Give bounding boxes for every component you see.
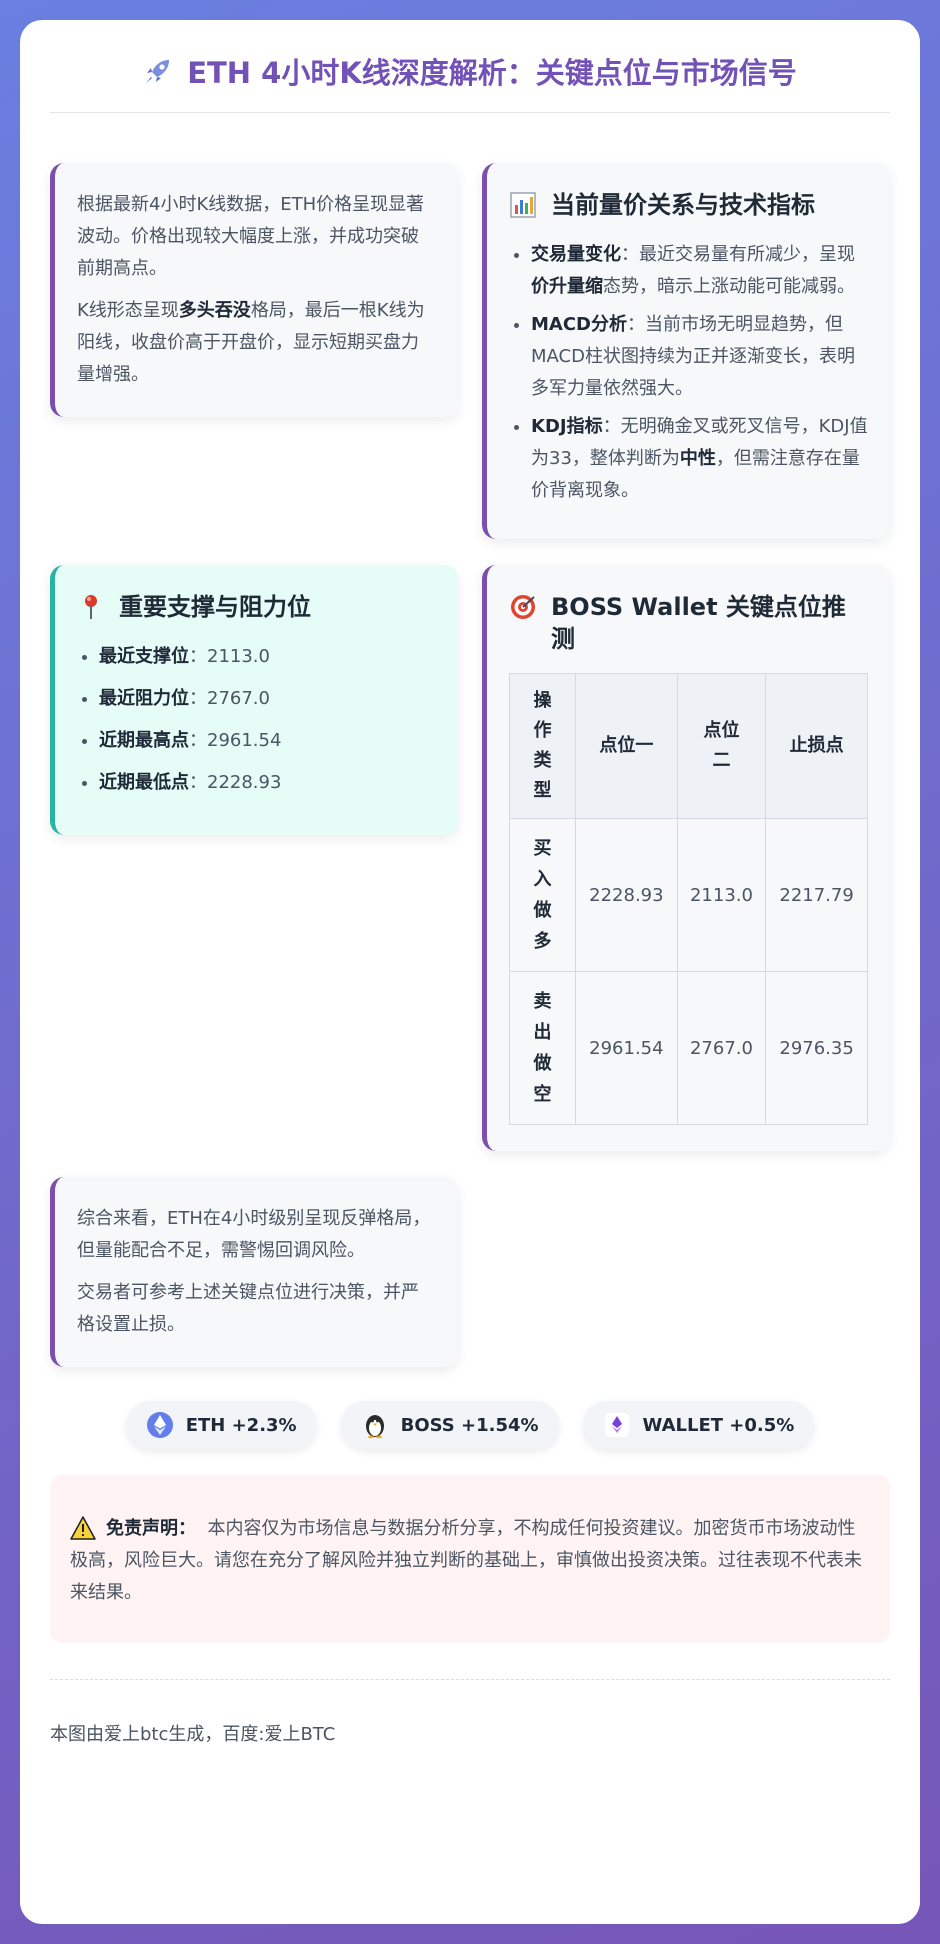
intro-paragraph-2: K线形态呈现多头吞没格局，最后一根K线为阳线，收盘价高于开盘价，显示短期买盘力量… [77, 300, 425, 385]
table-cell: 2113.0 [676, 818, 767, 972]
summary-card: 综合来看，ETH在4小时级别呈现反弹格局，但量能配合不足，需警惕回调风险。 交易… [50, 1177, 458, 1367]
indicators-heading: 当前量价关系与技术指标 [509, 189, 868, 221]
footer: 本图由爱上btc生成，百度:爱上BTC [50, 1679, 890, 1746]
page-title: ETH 4小时K线深度解析：关键点位与市场信号 [50, 50, 890, 113]
disclaimer-label: 免责声明： [106, 1518, 196, 1539]
intro-paragraph-1: 根据最新4小时K线数据，ETH价格呈现显著波动。价格出现较大幅度上涨，并成功突破… [77, 194, 425, 279]
ticker-tag-eth: ETH +2.3% [125, 1401, 317, 1449]
indicators-list: 交易量变化：最近交易量有所减少，呈现价升量缩态势，暗示上涨动能可能减弱。 MAC… [509, 239, 868, 507]
table-row: 卖出做空 2961.54 2767.0 2976.35 [509, 971, 868, 1125]
list-item: 最近阻力位：2767.0 [99, 683, 436, 715]
boss-wallet-card: BOSS Wallet 关键点位推测 操作类型 点位一 点位二 止损点 买入做多… [482, 565, 890, 1151]
table-cell: 2217.79 [765, 818, 868, 972]
pin-icon [85, 595, 97, 619]
ticker-tag-wallet: WALLET +0.5% [582, 1401, 815, 1449]
summary-paragraph-2: 交易者可参考上述关键点位进行决策，并严格设置止损。 [77, 1282, 419, 1335]
table-row: 买入做多 2228.93 2113.0 2217.79 [509, 818, 868, 972]
table-header: 点位一 [575, 673, 678, 819]
list-item: 近期最高点：2961.54 [99, 725, 436, 757]
indicators-card: 当前量价关系与技术指标 交易量变化：最近交易量有所减少，呈现价升量缩态势，暗示上… [482, 163, 890, 539]
page-title-text: ETH 4小时K线深度解析：关键点位与市场信号 [187, 56, 797, 90]
table-header: 点位二 [676, 673, 767, 819]
eth-icon [146, 1412, 173, 1438]
disclaimer: 免责声明： 本内容仅为市场信息与数据分析分享，不构成任何投资建议。加密货币市场波… [50, 1475, 890, 1643]
ticker-tag-boss: BOSS +1.54% [340, 1401, 559, 1449]
table-cell: 2767.0 [676, 971, 767, 1125]
table-cell: 卖出做空 [509, 971, 576, 1125]
support-heading: 重要支撑与阻力位 [77, 591, 436, 623]
table-cell: 2976.35 [765, 971, 868, 1125]
table-cell: 2961.54 [575, 971, 678, 1125]
support-list: 最近支撑位：2113.0 最近阻力位：2767.0 近期最高点：2961.54 … [77, 641, 436, 799]
target-icon [511, 595, 535, 619]
boss-table: 操作类型 点位一 点位二 止损点 买入做多 2228.93 2113.0 221… [509, 673, 868, 1125]
list-item: KDJ指标：无明确金叉或死叉信号，KDJ值为33，整体判断为中性，但需注意存在量… [531, 411, 868, 507]
table-cell: 买入做多 [509, 818, 576, 972]
report-page: ETH 4小时K线深度解析：关键点位与市场信号 根据最新4小时K线数据，ETH价… [20, 20, 920, 1924]
intro-card: 根据最新4小时K线数据，ETH价格呈现显著波动。价格出现较大幅度上涨，并成功突破… [50, 163, 458, 417]
boss-heading: BOSS Wallet 关键点位推测 [509, 591, 868, 655]
table-header-row: 操作类型 点位一 点位二 止损点 [509, 673, 868, 819]
ticker-tags: ETH +2.3% BOSS +1.54% WALLET +0.5% [50, 1401, 890, 1449]
table-header: 操作类型 [509, 673, 576, 819]
footer-text: 本图由爱上btc生成，百度:爱上BTC [50, 1724, 336, 1745]
list-item: 交易量变化：最近交易量有所减少，呈现价升量缩态势，暗示上涨动能可能减弱。 [531, 239, 868, 303]
support-resistance-card: 重要支撑与阻力位 最近支撑位：2113.0 最近阻力位：2767.0 近期最高点… [50, 565, 458, 835]
bar-chart-icon [510, 192, 536, 218]
summary-paragraph-1: 综合来看，ETH在4小时级别呈现反弹格局，但量能配合不足，需警惕回调风险。 [77, 1208, 431, 1261]
warning-icon [70, 1516, 96, 1540]
wallet-logo-icon [604, 1413, 629, 1437]
rocket-icon [146, 60, 170, 83]
list-item: MACD分析：当前市场无明显趋势，但MACD柱状图持续为正并逐渐变长，表明多军力… [531, 309, 868, 405]
table-cell: 2228.93 [575, 818, 678, 972]
list-item: 近期最低点：2228.93 [99, 767, 436, 799]
table-header: 止损点 [765, 673, 868, 819]
content-grid: 根据最新4小时K线数据，ETH价格呈现显著波动。价格出现较大幅度上涨，并成功突破… [50, 163, 890, 1367]
list-item: 最近支撑位：2113.0 [99, 641, 436, 673]
penguin-icon [365, 1415, 384, 1439]
